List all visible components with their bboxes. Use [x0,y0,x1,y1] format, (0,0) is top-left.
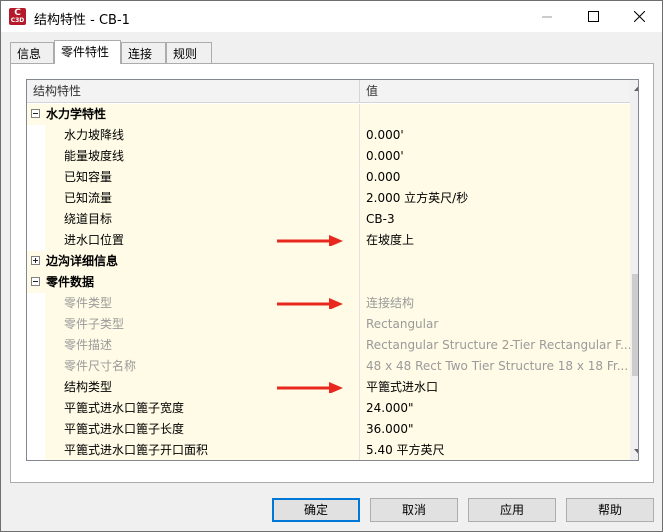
property-label: 零件尺寸名称 [45,356,360,377]
property-row[interactable]: 平篦式进水口篦子宽度 24.000" [27,398,630,419]
property-label: 能量坡度线 [45,146,360,167]
property-row[interactable]: 绕道目标 CB-3 [27,209,630,230]
property-label: 已知流量 [45,188,360,209]
row-gutter [27,440,45,460]
property-row[interactable]: 已知流量 2.000 立方英尺/秒 [27,188,630,209]
help-button[interactable]: 帮助 [566,498,654,522]
property-row: 零件尺寸名称 48 x 48 Rect Two Tier Structure 1… [27,356,630,377]
cancel-button[interactable]: 取消 [370,498,458,522]
title-bar[interactable]: C C3D 结构特性 - CB-1 [1,1,662,32]
category-row-hydraulics[interactable]: 水力学特性 [27,104,630,125]
maximize-icon[interactable] [570,1,616,32]
row-gutter [27,293,45,314]
property-label: 平篦式进水口篦子长度 [45,419,360,440]
property-row: 零件描述 Rectangular Structure 2-Tier Rectan… [27,335,630,356]
property-value[interactable]: 24.000" [360,398,630,419]
category-row-gutter-details[interactable]: 边沟详细信息 [27,251,630,272]
property-label: 平篦式进水口篦子开口面积 [45,440,360,460]
row-gutter [27,146,45,167]
category-value [360,251,630,272]
ok-button[interactable]: 确定 [272,498,360,522]
property-value[interactable]: 平篦式进水口 [360,377,630,398]
property-value[interactable]: 0.000' [360,146,630,167]
tab-panel: 结构特性 值 水力学特性 水力坡降线 0.000' 能量坡度线 0.000' 已… [10,63,654,483]
window-title: 结构特性 - CB-1 [34,13,130,28]
category-row-part-data[interactable]: 零件数据 [27,272,630,293]
close-icon[interactable] [616,1,662,32]
row-gutter [27,377,45,398]
property-row[interactable]: 水力坡降线 0.000' [27,125,630,146]
property-value[interactable]: 0.000' [360,125,630,146]
property-value[interactable]: 2.000 立方英尺/秒 [360,188,630,209]
tab-strip: 信息 零件特性 连接 规则 [10,40,650,64]
property-value[interactable]: 36.000" [360,419,630,440]
property-row[interactable]: 平篦式进水口篦子开口面积 5.40 平方英尺 [27,440,630,460]
property-value[interactable]: 0.000 [360,167,630,188]
property-value[interactable]: 在坡度上 [360,230,630,251]
category-value [360,104,630,125]
property-row[interactable]: 已知容量 0.000 [27,167,630,188]
header-property[interactable]: 结构特性 [27,80,360,103]
property-label: 绕道目标 [45,209,360,230]
property-label: 已知容量 [45,167,360,188]
row-gutter [27,125,45,146]
property-value: Rectangular [360,314,630,335]
row-gutter [27,209,45,230]
category-label: 水力学特性 [27,104,360,125]
row-gutter [27,335,45,356]
row-gutter [27,398,45,419]
property-grid: 结构特性 值 水力学特性 水力坡降线 0.000' 能量坡度线 0.000' 已… [26,79,639,461]
annotation-arrow-icon [277,235,343,246]
category-label: 边沟详细信息 [27,251,360,272]
property-row[interactable]: 平篦式进水口篦子长度 36.000" [27,419,630,440]
tab-part-properties[interactable]: 零件特性 [54,40,121,64]
property-value: 连接结构 [360,293,630,314]
collapse-icon[interactable] [31,277,40,286]
expand-icon[interactable] [31,256,40,265]
scroll-thumb[interactable] [632,274,638,376]
row-gutter [27,356,45,377]
row-gutter [27,167,45,188]
tab-rules[interactable]: 规则 [166,42,212,63]
vertical-scrollbar[interactable] [630,80,638,460]
grid-rows: 水力学特性 水力坡降线 0.000' 能量坡度线 0.000' 已知容量 0.0… [27,104,630,460]
row-gutter [27,230,45,251]
apply-button[interactable]: 应用 [468,498,556,522]
grid-header: 结构特性 值 [27,80,630,103]
property-value[interactable]: 5.40 平方英尺 [360,440,630,460]
scroll-up-icon[interactable] [630,80,638,97]
property-label: 零件子类型 [45,314,360,335]
annotation-arrow-icon [277,382,343,393]
category-label: 零件数据 [27,272,360,293]
scroll-down-icon[interactable] [630,443,638,460]
header-value[interactable]: 值 [360,80,630,103]
row-gutter [27,314,45,335]
collapse-icon[interactable] [31,109,40,118]
property-row: 零件子类型 Rectangular [27,314,630,335]
tab-connections[interactable]: 连接 [121,42,166,63]
property-label: 平篦式进水口篦子宽度 [45,398,360,419]
annotation-arrow-icon [277,298,343,309]
properties-dialog: C C3D 结构特性 - CB-1 信息 零件特性 连接 规则 结构特性 值 水… [0,0,663,532]
tab-info[interactable]: 信息 [10,42,54,63]
property-label: 零件描述 [45,335,360,356]
category-value [360,272,630,293]
row-gutter [27,419,45,440]
property-value: 48 x 48 Rect Two Tier Structure 18 x 18 … [360,356,630,377]
minimize-icon[interactable] [524,1,570,32]
property-value[interactable]: CB-3 [360,209,630,230]
property-label: 水力坡降线 [45,125,360,146]
row-gutter [27,188,45,209]
civil3d-app-icon: C C3D [9,8,26,25]
property-value: Rectangular Structure 2-Tier Rectangular… [360,335,630,356]
property-row[interactable]: 能量坡度线 0.000' [27,146,630,167]
